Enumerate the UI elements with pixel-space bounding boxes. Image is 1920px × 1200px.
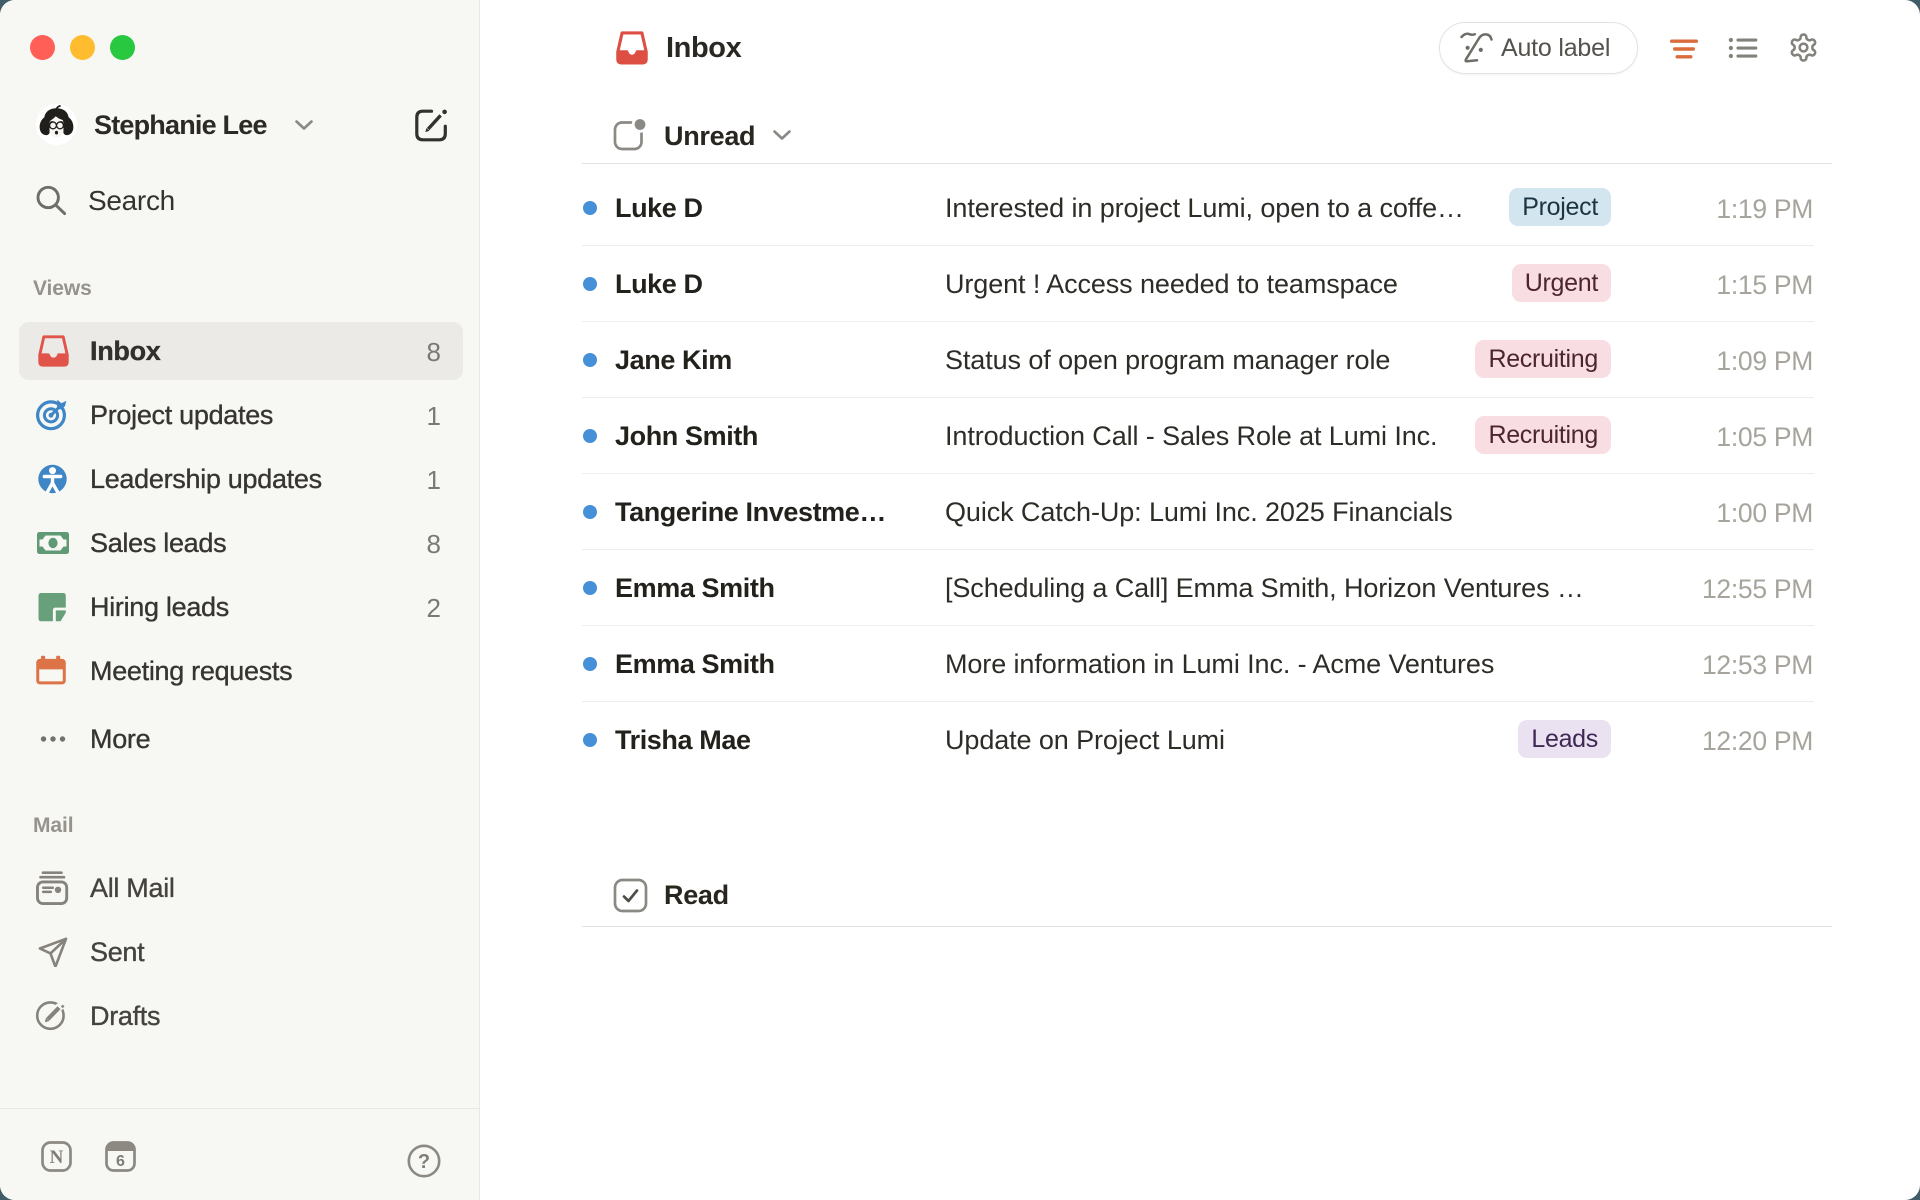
svg-text:6: 6 xyxy=(116,1153,125,1170)
svg-text:?: ? xyxy=(418,1151,430,1173)
svg-text:N: N xyxy=(50,1147,64,1168)
